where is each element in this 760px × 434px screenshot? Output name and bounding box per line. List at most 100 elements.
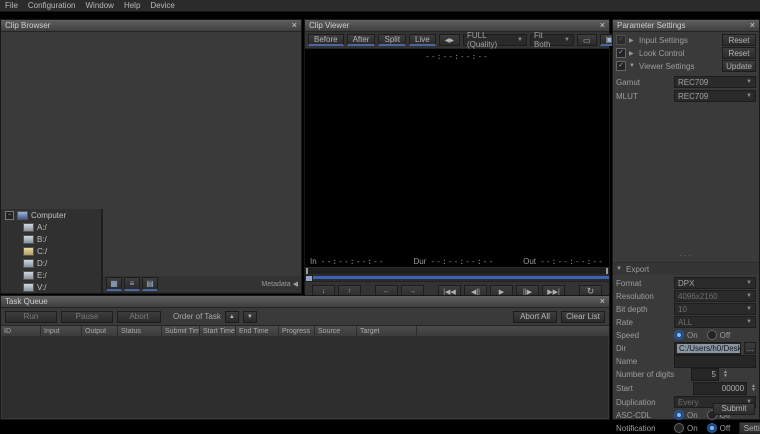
expand-right-icon[interactable]: ▶: [629, 50, 636, 57]
speed-off-radio[interactable]: [706, 330, 717, 340]
expand-right-icon[interactable]: ▶: [629, 37, 636, 44]
thumbnail-view-button[interactable]: ▦: [106, 277, 122, 291]
dir-input[interactable]: C:/Users/h0/Desktop/release: [674, 341, 741, 355]
run-button[interactable]: Run: [5, 310, 57, 323]
quality-select[interactable]: FULL (Quality) ▼: [462, 31, 527, 49]
metadata-toggle[interactable]: Metadata ◀: [261, 280, 298, 289]
clip-viewer-panel: Clip Viewer × Before After Split Live ◀▶…: [304, 19, 620, 301]
notification-on-label: On: [687, 423, 698, 433]
digits-stepper[interactable]: 5: [691, 367, 719, 381]
viewer-settings-checkbox[interactable]: ✓: [616, 61, 626, 71]
start-stepper[interactable]: 00000: [693, 381, 748, 395]
menu-file[interactable]: File: [5, 1, 18, 10]
menu-window[interactable]: Window: [85, 1, 113, 10]
quality-value: FULL (Quality): [466, 31, 498, 49]
speed-off-label: Off: [719, 330, 731, 340]
browse-button[interactable]: ...: [744, 342, 756, 354]
export-section-header[interactable]: ▼ Export: [613, 262, 759, 275]
drive-icon: [23, 258, 34, 268]
name-label: Name: [616, 356, 638, 366]
gamut-select[interactable]: REC709 ▼: [674, 76, 756, 88]
digits-value: 5: [711, 369, 716, 379]
tree-item-computer[interactable]: − Computer: [1, 209, 101, 221]
fit-select[interactable]: Fit Both ▼: [529, 31, 574, 49]
notification-on-radio[interactable]: [674, 423, 684, 433]
close-icon[interactable]: ×: [600, 297, 605, 306]
tree-item-drive-v[interactable]: V:/: [1, 281, 101, 293]
splitter-handle[interactable]: ···: [613, 252, 759, 260]
notification-setting-button[interactable]: Setting: [739, 422, 760, 434]
menu-configuration[interactable]: Configuration: [28, 1, 76, 10]
notification-row: Notification On Off Setting: [616, 422, 760, 434]
tree-item-label: Computer: [31, 210, 67, 220]
mlut-label: MLUT: [616, 91, 638, 101]
task-table-body[interactable]: [2, 336, 608, 418]
menu-device[interactable]: Device: [150, 1, 174, 10]
tree-item-label: D:/: [37, 258, 48, 268]
tree-item-drive-d[interactable]: D:/: [1, 257, 101, 269]
seek-bar[interactable]: [305, 267, 609, 282]
compare-icon[interactable]: ◀▶: [438, 34, 460, 46]
detail-view-button[interactable]: ▤: [142, 277, 158, 291]
collapse-icon[interactable]: −: [5, 210, 14, 220]
abort-button[interactable]: Abort: [117, 310, 161, 323]
list-view-button[interactable]: ≡: [124, 277, 140, 291]
menu-help[interactable]: Help: [124, 1, 140, 10]
viewer-settings-update-button[interactable]: Update: [722, 60, 756, 72]
close-icon[interactable]: ×: [600, 21, 605, 30]
submit-button[interactable]: Submit: [713, 402, 755, 415]
input-settings-reset-button[interactable]: Reset: [722, 34, 756, 46]
tree-item-drive-c[interactable]: C:/: [1, 245, 101, 257]
notification-off-radio[interactable]: [706, 423, 717, 433]
look-control-checkbox[interactable]: ✓: [616, 48, 626, 58]
asccdl-on-radio[interactable]: [674, 410, 684, 420]
after-button[interactable]: After: [346, 34, 376, 46]
name-input[interactable]: [674, 354, 756, 368]
clear-list-button[interactable]: Clear List: [561, 310, 605, 323]
pause-button[interactable]: Pause: [61, 310, 113, 323]
seek-track[interactable]: [305, 276, 609, 279]
format-row: Format DPX ▼: [616, 277, 756, 289]
digits-row: Number of digits 5 ▲ ▼: [616, 367, 756, 381]
out-marker[interactable]: [606, 268, 608, 274]
format-label: Format: [616, 278, 642, 288]
parameter-settings-header: Parameter Settings ×: [613, 20, 759, 32]
stepper-arrows[interactable]: ▲ ▼: [723, 370, 728, 379]
clip-list-area: ▦ ≡ ▤ Metadata ◀: [103, 276, 301, 293]
before-button[interactable]: Before: [308, 34, 344, 46]
format-select[interactable]: DPX ▼: [674, 277, 756, 289]
task-queue-title: Task Queue: [5, 297, 48, 306]
live-button[interactable]: Live: [409, 34, 436, 46]
fit-value: Fit Both: [533, 31, 551, 49]
dur-label: Dur: [413, 257, 427, 266]
playhead-handle[interactable]: [305, 275, 313, 282]
mlut-select[interactable]: REC709 ▼: [674, 90, 756, 102]
move-up-button[interactable]: ▲: [224, 310, 239, 323]
tree-item-drive-b[interactable]: B:/: [1, 233, 101, 245]
tree-item-drive-e[interactable]: E:/: [1, 269, 101, 281]
split-button[interactable]: Split: [378, 34, 407, 46]
down-arrow-icon[interactable]: ▼: [723, 374, 728, 379]
computer-icon: [17, 210, 28, 220]
in-marker[interactable]: [306, 268, 308, 274]
speed-on-radio[interactable]: [674, 330, 684, 340]
tree-item-drive-a[interactable]: A:/: [1, 221, 101, 233]
viewer-settings-label: Viewer Settings: [639, 61, 695, 71]
rate-select[interactable]: ALL ▼: [674, 316, 756, 328]
fullscreen-icon[interactable]: ▭: [576, 34, 597, 46]
close-icon[interactable]: ×: [292, 21, 297, 30]
close-icon[interactable]: ×: [750, 21, 755, 30]
stepper-arrows[interactable]: ▲ ▼: [751, 384, 756, 393]
resolution-select[interactable]: 4096x2160 ▼: [674, 290, 756, 302]
down-arrow-icon[interactable]: ▼: [751, 388, 756, 393]
input-settings-checkbox[interactable]: ✓: [616, 35, 626, 45]
chevron-down-icon: ▼: [746, 280, 752, 286]
move-down-button[interactable]: ▼: [242, 310, 257, 323]
clip-viewer-title: Clip Viewer: [309, 21, 350, 30]
abort-all-button[interactable]: Abort All: [513, 310, 557, 323]
task-queue-panel: Task Queue × Run Pause Abort Order of Ta…: [0, 295, 610, 420]
look-control-reset-button[interactable]: Reset: [722, 47, 756, 59]
in-timecode: --:--:--:--: [320, 257, 385, 266]
bitdepth-select[interactable]: 10 ▼: [674, 303, 756, 315]
expand-down-icon[interactable]: ▼: [629, 63, 636, 69]
